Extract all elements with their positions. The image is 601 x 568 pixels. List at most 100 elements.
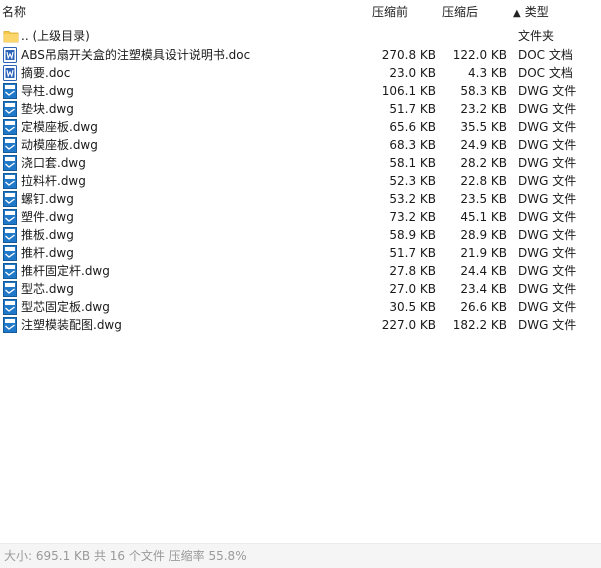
parent-directory-row[interactable]: .. (上级目录) 文件夹 (0, 26, 601, 46)
file-size-after: 22.8 KB (460, 174, 507, 188)
file-name: 注塑模装配图.dwg (21, 318, 122, 332)
file-type: DWG 文件 (518, 192, 577, 206)
dwg-icon (3, 173, 17, 189)
file-row[interactable]: 动模座板.dwg 68.3 KB 24.9 KB DWG 文件 (0, 136, 601, 154)
file-name: 塑件.dwg (21, 210, 74, 224)
file-name: 垫块.dwg (21, 102, 74, 116)
file-size-after: 45.1 KB (460, 210, 507, 224)
file-size-after: 58.3 KB (460, 84, 507, 98)
file-name: 浇口套.dwg (21, 156, 86, 170)
dwg-icon (3, 101, 17, 117)
file-name: ABS吊扇开关盒的注塑模具设计说明书.doc (21, 48, 251, 62)
dwg-icon (3, 317, 17, 333)
file-type: DWG 文件 (518, 84, 577, 98)
file-size-after: 28.9 KB (460, 228, 507, 242)
file-name: 定模座板.dwg (21, 120, 98, 134)
file-size-before: 106.1 KB (381, 84, 436, 98)
file-row[interactable]: 定模座板.dwg 65.6 KB 35.5 KB DWG 文件 (0, 118, 601, 136)
column-header-name[interactable]: 名称 (2, 4, 26, 20)
file-size-after: 35.5 KB (460, 120, 507, 134)
file-row[interactable]: 注塑模装配图.dwg 227.0 KB 182.2 KB DWG 文件 (0, 316, 601, 334)
file-type: DWG 文件 (518, 264, 577, 278)
column-header-after[interactable]: 压缩后 (442, 4, 478, 20)
file-row[interactable]: 塑件.dwg 73.2 KB 45.1 KB DWG 文件 (0, 208, 601, 226)
dwg-icon (3, 245, 17, 261)
file-row[interactable]: 垫块.dwg 51.7 KB 23.2 KB DWG 文件 (0, 100, 601, 118)
file-size-before: 58.1 KB (389, 156, 436, 170)
file-name: 型芯固定板.dwg (21, 300, 110, 314)
file-row[interactable]: 摘要.doc 23.0 KB 4.3 KB DOC 文档 (0, 64, 601, 82)
file-row[interactable]: 浇口套.dwg 58.1 KB 28.2 KB DWG 文件 (0, 154, 601, 172)
file-type: DWG 文件 (518, 102, 577, 116)
column-header-type-label: 类型 (524, 5, 549, 19)
file-size-before: 65.6 KB (389, 120, 436, 134)
file-row[interactable]: 推板.dwg 58.9 KB 28.9 KB DWG 文件 (0, 226, 601, 244)
file-row[interactable]: 拉料杆.dwg 52.3 KB 22.8 KB DWG 文件 (0, 172, 601, 190)
file-name: 导柱.dwg (21, 84, 74, 98)
file-type: DWG 文件 (518, 282, 577, 296)
file-size-before: 27.8 KB (389, 264, 436, 278)
file-name: 推杆.dwg (21, 246, 74, 260)
file-size-before: 227.0 KB (381, 318, 436, 332)
status-summary: 大小: 695.1 KB 共 16 个文件 压缩率 55.8% (4, 549, 247, 563)
column-header-before[interactable]: 压缩前 (372, 4, 408, 20)
file-size-before: 52.3 KB (389, 174, 436, 188)
file-row[interactable]: 型芯.dwg 27.0 KB 23.4 KB DWG 文件 (0, 280, 601, 298)
parent-directory-label: .. (上级目录) (21, 29, 90, 43)
file-size-after: 26.6 KB (460, 300, 507, 314)
file-size-after: 24.9 KB (460, 138, 507, 152)
file-type: DWG 文件 (518, 300, 577, 314)
file-type: DOC 文档 (518, 66, 573, 80)
file-size-after: 23.5 KB (460, 192, 507, 206)
column-header-bar: 名称 压缩前 压缩后 ▲ 类型 (0, 0, 601, 24)
file-list: .. (上级目录) 文件夹 ABS吊扇开关盒的注塑模具设计说明书.doc 270.… (0, 26, 601, 334)
file-name: 动模座板.dwg (21, 138, 98, 152)
dwg-icon (3, 227, 17, 243)
file-size-before: 270.8 KB (381, 48, 436, 62)
file-row[interactable]: 螺钉.dwg 53.2 KB 23.5 KB DWG 文件 (0, 190, 601, 208)
file-size-before: 51.7 KB (389, 102, 436, 116)
file-size-before: 58.9 KB (389, 228, 436, 242)
file-type: DWG 文件 (518, 138, 577, 152)
status-bar: 大小: 695.1 KB 共 16 个文件 压缩率 55.8% (0, 543, 601, 568)
dwg-icon (3, 263, 17, 279)
file-size-after: 182.2 KB (452, 318, 507, 332)
file-size-after: 21.9 KB (460, 246, 507, 260)
file-name: 推板.dwg (21, 228, 74, 242)
file-name: 摘要.doc (21, 66, 71, 80)
file-row[interactable]: 型芯固定板.dwg 30.5 KB 26.6 KB DWG 文件 (0, 298, 601, 316)
file-name: 拉料杆.dwg (21, 174, 86, 188)
file-size-before: 53.2 KB (389, 192, 436, 206)
dwg-icon (3, 191, 17, 207)
file-size-after: 23.2 KB (460, 102, 507, 116)
doc-icon (3, 65, 17, 81)
sort-ascending-icon: ▲ (513, 8, 521, 19)
file-type: DWG 文件 (518, 246, 577, 260)
dwg-icon (3, 281, 17, 297)
file-row[interactable]: 导柱.dwg 106.1 KB 58.3 KB DWG 文件 (0, 82, 601, 100)
file-row[interactable]: 推杆固定杆.dwg 27.8 KB 24.4 KB DWG 文件 (0, 262, 601, 280)
file-type: DWG 文件 (518, 120, 577, 134)
file-size-after: 28.2 KB (460, 156, 507, 170)
dwg-icon (3, 137, 17, 153)
folder-icon (3, 28, 19, 44)
dwg-icon (3, 155, 17, 171)
dwg-icon (3, 209, 17, 225)
file-size-before: 51.7 KB (389, 246, 436, 260)
file-size-before: 68.3 KB (389, 138, 436, 152)
file-size-before: 30.5 KB (389, 300, 436, 314)
file-size-after: 4.3 KB (468, 66, 507, 80)
file-size-before: 23.0 KB (389, 66, 436, 80)
file-type: DOC 文档 (518, 48, 573, 62)
dwg-icon (3, 119, 17, 135)
file-row[interactable]: 推杆.dwg 51.7 KB 21.9 KB DWG 文件 (0, 244, 601, 262)
column-header-type[interactable]: ▲ 类型 (513, 4, 549, 20)
doc-icon (3, 47, 17, 63)
file-type: DWG 文件 (518, 174, 577, 188)
file-type: DWG 文件 (518, 156, 577, 170)
file-size-before: 27.0 KB (389, 282, 436, 296)
file-name: 推杆固定杆.dwg (21, 264, 110, 278)
file-row[interactable]: ABS吊扇开关盒的注塑模具设计说明书.doc 270.8 KB 122.0 KB DO… (0, 46, 601, 64)
dwg-icon (3, 299, 17, 315)
file-name: 螺钉.dwg (21, 192, 74, 206)
